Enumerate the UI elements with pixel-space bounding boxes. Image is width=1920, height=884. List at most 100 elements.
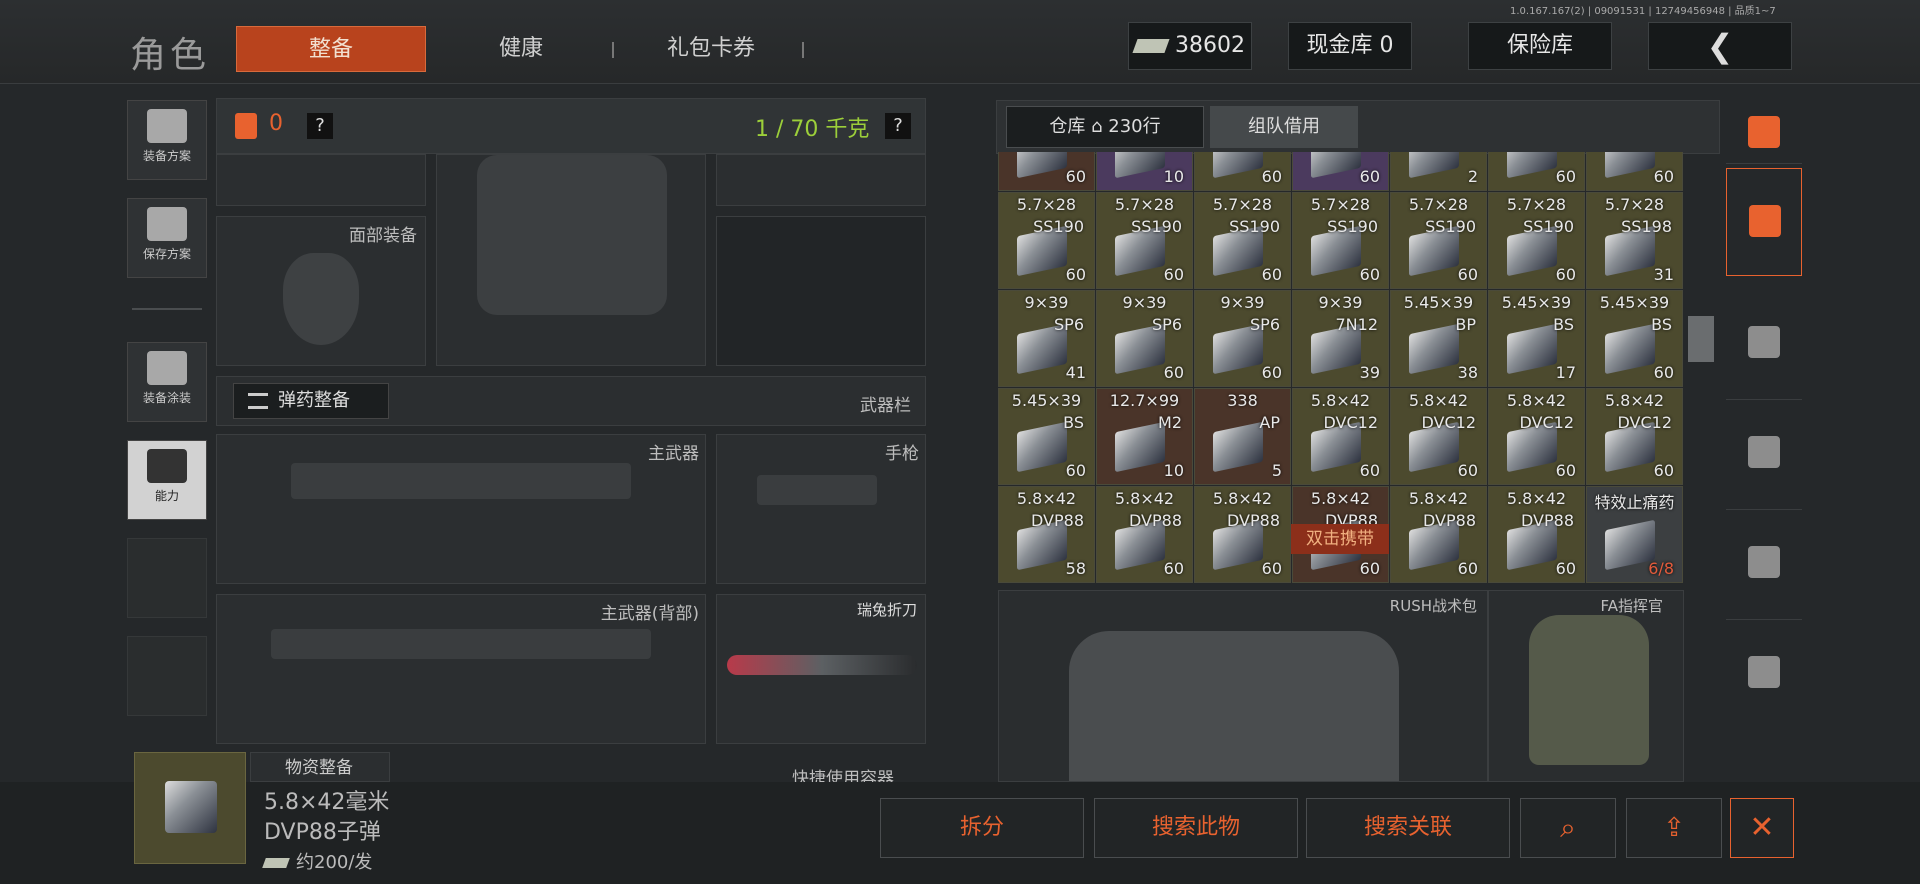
item-count: 60 (1653, 461, 1674, 480)
inventory-cell[interactable]: 5.8×42 DVP88 60 (1390, 486, 1487, 583)
inventory-cell[interactable]: 5.8×42 DVC12 60 (1488, 388, 1585, 485)
insurance-vault-button[interactable]: 保险库 (1468, 22, 1612, 70)
item-caliber: 5.45×39 (1599, 293, 1670, 312)
inventory-cell[interactable]: 5.45×39 BS 60 (1586, 290, 1683, 387)
warehouse-tab[interactable]: 仓库 ⌂ 230行 (1006, 106, 1204, 148)
category-weapon[interactable] (1726, 400, 1802, 510)
cash-icon (262, 858, 290, 868)
item-caliber: 5.7×28 (1408, 195, 1469, 214)
inventory-cell[interactable]: 5.45×39 BS 60 (998, 388, 1095, 485)
split-button[interactable]: 拆分 (880, 798, 1084, 858)
inventory-cell[interactable]: 9×39 7N12 39 (1292, 290, 1389, 387)
face-gear-slot[interactable]: 面部装备 (216, 216, 426, 366)
close-button[interactable]: ✕ (1730, 798, 1794, 858)
ammo-icon (248, 393, 268, 409)
search-related-button[interactable]: 搜索关联 (1306, 798, 1510, 858)
lightning-icon (147, 449, 187, 483)
category-all[interactable] (1726, 168, 1802, 276)
double-click-hint: 双击携带 (1291, 524, 1389, 554)
weight-help-icon[interactable]: ? (885, 113, 911, 139)
inventory-cell[interactable]: 60 (1194, 152, 1291, 191)
item-count: 60 (1653, 363, 1674, 382)
inventory-cell[interactable]: 10 (1096, 152, 1193, 191)
inventory-cell[interactable]: 5.7×28 SS190 60 (998, 192, 1095, 289)
home-icon: ⌂ (1091, 116, 1103, 137)
tab-gift-coupons[interactable]: 礼包卡券 (616, 26, 806, 72)
save-plan-button[interactable]: 保存方案 (127, 198, 207, 278)
inventory-cell[interactable]: 5.7×28 SS190 60 (1194, 192, 1291, 289)
inventory-cell[interactable]: 2 (1390, 152, 1487, 191)
category-ammo[interactable] (1726, 620, 1802, 730)
inventory-cell[interactable]: 5.45×39 BS 17 (1488, 290, 1585, 387)
inventory-cell[interactable]: 5.8×42 DVP88 60 (1194, 486, 1291, 583)
upload-button[interactable]: ⇪ (1626, 798, 1722, 858)
rush-bag-slot[interactable]: RUSH战术包 (998, 590, 1488, 782)
equipment-plan-label: 装备方案 (142, 149, 191, 163)
loadout-header: 0 ? 1 / 70 千克 ? (216, 98, 926, 154)
team-borrow-tab[interactable]: 组队借用 (1210, 106, 1358, 148)
pistol-slot[interactable]: 手枪 (716, 434, 926, 584)
inventory-cell[interactable]: 5.8×42 DVP88 60 (1096, 486, 1193, 583)
item-caliber: 9×39 (1318, 293, 1363, 312)
armor-slot[interactable] (436, 154, 706, 366)
inventory-scrollbar[interactable] (1688, 316, 1714, 362)
item-caliber: 5.45×39 (1403, 293, 1474, 312)
primary-back-slot[interactable]: 主武器(背部) (216, 594, 706, 744)
fa-bag-slot[interactable]: FA指挥官 (1488, 590, 1684, 782)
tab-health[interactable]: 健康 (426, 26, 616, 72)
inventory-cell[interactable]: 60 (1586, 152, 1683, 191)
tab-equip[interactable]: 整备 (236, 26, 426, 72)
help-icon[interactable]: ? (307, 113, 333, 139)
category-magazine[interactable] (1726, 510, 1802, 620)
knife-slot[interactable]: 瑞兔折刀 (716, 594, 926, 744)
cash-vault-button[interactable]: 现金库 0 (1288, 22, 1412, 70)
inventory-cell[interactable]: 5.45×39 BP 38 (1390, 290, 1487, 387)
inventory-cell[interactable]: 5.7×28 SS190 60 (1292, 192, 1389, 289)
top-slot-right[interactable] (716, 154, 926, 206)
search-item-button[interactable]: 搜索此物 (1094, 798, 1298, 858)
item-caliber: 338 (1227, 391, 1258, 410)
inventory-cell[interactable]: 60 (1488, 152, 1585, 191)
inventory-cell[interactable]: 9×39 SP6 60 (1096, 290, 1193, 387)
inventory-cell[interactable]: 5.8×42 DVC12 60 (1390, 388, 1487, 485)
inventory-cell[interactable]: 5.8×42 DVC12 60 (1586, 388, 1683, 485)
chest-rig-slot[interactable] (716, 216, 926, 366)
sort-button[interactable] (1726, 100, 1802, 164)
inventory-cell[interactable]: 60 (998, 152, 1095, 191)
inventory-cell[interactable]: 9×39 SP6 60 (1194, 290, 1291, 387)
ammo-box-icon (1017, 421, 1067, 473)
inventory-cell[interactable]: 12.7×99 M2 10 (1096, 388, 1193, 485)
magazine-icon (1748, 546, 1780, 578)
ammo-loadout-button[interactable]: 弹药整备 (233, 383, 389, 419)
inventory-cell[interactable]: 5.8×42 DVP88 58 (998, 486, 1095, 583)
inventory-cell[interactable]: 60 (1292, 152, 1389, 191)
item-type: BP (1455, 315, 1476, 334)
inventory-cell[interactable]: 5.7×28 SS198 31 (1586, 192, 1683, 289)
item-type: DVP88 (1227, 511, 1280, 530)
knife-label: 瑞兔折刀 (856, 601, 917, 619)
inventory-cell[interactable]: 5.7×28 SS190 60 (1096, 192, 1193, 289)
inventory-cell[interactable]: 5.7×28 SS190 60 (1488, 192, 1585, 289)
equipment-plan-button[interactable]: 装备方案 (127, 100, 207, 180)
inventory-cell[interactable]: 特效止痛药 6/8 (1586, 486, 1683, 583)
pistol-silhouette (757, 475, 877, 505)
item-type: M2 (1158, 413, 1182, 432)
item-count: 17 (1555, 363, 1576, 382)
ammo-box-icon (1507, 323, 1557, 375)
top-slot-left[interactable] (216, 154, 426, 206)
equipment-skin-button[interactable]: 装备涂装 (127, 342, 207, 422)
sort-layers-icon (1748, 116, 1780, 148)
inventory-cell[interactable]: 9×39 SP6 41 (998, 290, 1095, 387)
item-count: 60 (1359, 559, 1380, 578)
inventory-cell[interactable]: 338 AP 5 (1194, 388, 1291, 485)
inventory-cell[interactable]: 5.7×28 SS190 60 (1390, 192, 1487, 289)
inventory-cell[interactable]: 5.8×42 DVP88 60 (1488, 486, 1585, 583)
supplies-button[interactable]: 物资整备 (250, 752, 390, 782)
search-button[interactable]: ⌕ (1520, 798, 1616, 858)
primary-weapon-slot[interactable]: 主武器 (216, 434, 706, 584)
ability-button[interactable]: 能力 (127, 440, 207, 520)
category-helmet[interactable] (1726, 290, 1802, 400)
inventory-cell[interactable]: 5.8×42 DVC12 60 (1292, 388, 1389, 485)
backpack-image (1069, 631, 1399, 781)
back-button[interactable]: ❮ (1648, 22, 1792, 70)
